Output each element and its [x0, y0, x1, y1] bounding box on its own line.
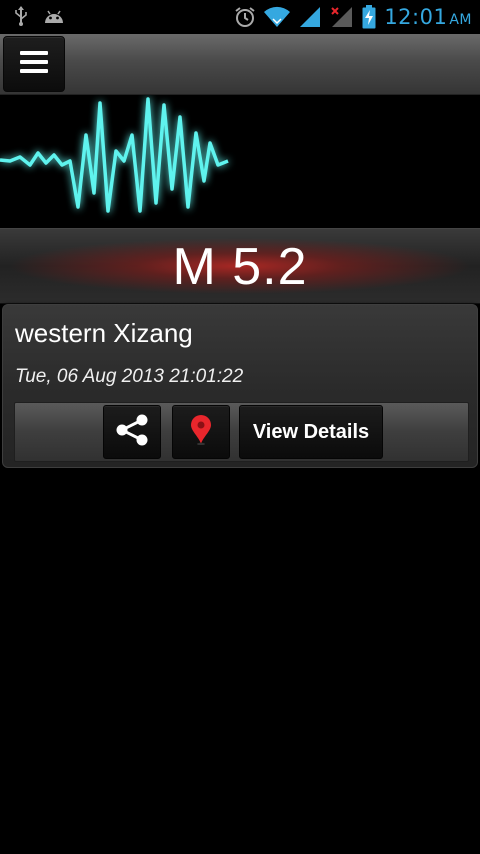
seismograph-wave-graphic [0, 97, 229, 213]
clock-ampm: AM [449, 12, 472, 28]
clock: 12:01 AM [384, 3, 472, 34]
status-bar: 12:01 AM [0, 0, 480, 34]
battery-charging-icon [362, 4, 376, 33]
event-datetime: Tue, 06 Aug 2013 21:01:22 [15, 366, 244, 387]
earthquake-card[interactable]: western Xizang Tue, 06 Aug 2013 21:01:22 [2, 304, 478, 468]
alarm-icon [234, 6, 256, 32]
usb-icon [14, 6, 28, 30]
map-button[interactable] [172, 405, 230, 459]
share-button[interactable] [103, 405, 161, 459]
event-location: western Xizang [15, 318, 193, 348]
map-pin-icon [190, 415, 212, 449]
status-notifications [14, 6, 66, 30]
action-bar [0, 34, 480, 95]
wifi-icon [264, 6, 291, 32]
clock-time: 12:01 [384, 5, 448, 29]
signal-icon [298, 6, 322, 32]
hamburger-menu-icon [20, 50, 48, 78]
magnitude-value: M 5.2 [172, 238, 308, 296]
menu-button[interactable] [3, 36, 65, 92]
screen: 12:01 AM M 5.2 western Xizang Tue, 06 Au… [0, 0, 480, 854]
android-debug-icon [42, 7, 66, 29]
view-details-button[interactable]: View Details [239, 405, 383, 459]
magnitude-banner: M 5.2 [0, 228, 480, 304]
signal-no-data-icon [330, 6, 354, 32]
status-system: 12:01 AM [234, 3, 472, 34]
share-icon [114, 414, 150, 450]
card-action-row: View Details [14, 402, 469, 462]
seismograph-wave [0, 95, 480, 227]
